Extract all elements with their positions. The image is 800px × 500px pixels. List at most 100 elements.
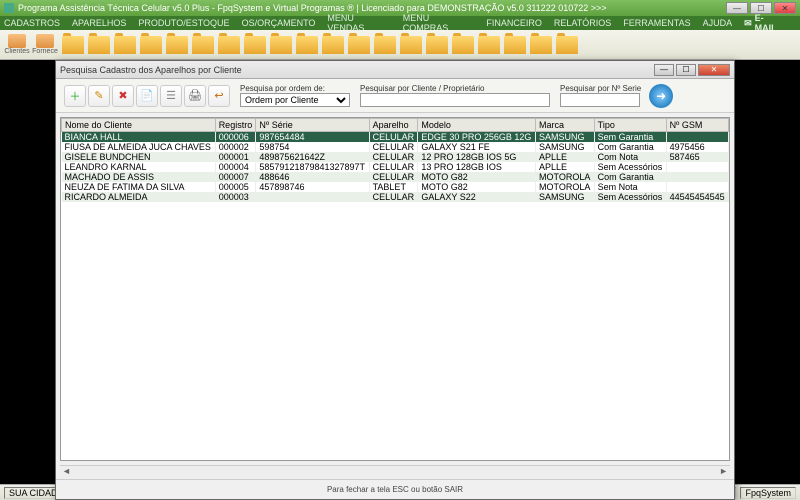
table-cell: MOTOROLA: [536, 172, 595, 182]
table-row[interactable]: BIANCA HALL000006987654484CELULAREDGE 30…: [62, 132, 729, 143]
table-cell: 000005: [215, 182, 256, 192]
table-cell: 587465: [666, 152, 728, 162]
menu-cadastros[interactable]: CADASTROS: [4, 18, 60, 28]
table-cell: Sem Garantia: [594, 132, 666, 143]
table-cell: CELULAR: [369, 142, 418, 152]
table-cell: EDGE 30 PRO 256GB 12G: [418, 132, 536, 143]
toolbar-folder-12[interactable]: [348, 36, 370, 54]
toolbar-folder-7[interactable]: [218, 36, 240, 54]
table-cell: MACHADO DE ASSIS: [62, 172, 216, 182]
report-icon[interactable]: 📄: [136, 85, 158, 107]
toolbar-folder-20[interactable]: [556, 36, 578, 54]
toolbar-folder-3[interactable]: [114, 36, 136, 54]
table-cell: CELULAR: [369, 132, 418, 143]
table-row[interactable]: LEANDRO KARNAL00000458579121879841327897…: [62, 162, 729, 172]
horizontal-scrollbar[interactable]: [60, 465, 730, 479]
table-row[interactable]: GISELE BUNDCHEN000001489875621642ZCELULA…: [62, 152, 729, 162]
toolbar-folder-17[interactable]: [478, 36, 500, 54]
search-dialog: Pesquisa Cadastro dos Aparelhos por Clie…: [55, 60, 735, 500]
table-cell: 000003: [215, 192, 256, 202]
dialog-footer: Para fechar a tela ESC ou botão SAIR: [56, 479, 734, 499]
toolbar-fornecedores[interactable]: Fornece: [32, 32, 58, 58]
column-header[interactable]: Modelo: [418, 119, 536, 132]
table-cell: SAMSUNG: [536, 192, 595, 202]
dialog-title: Pesquisa Cadastro dos Aparelhos por Clie…: [60, 65, 652, 75]
table-cell: 987654484: [256, 132, 369, 143]
toolbar-folder-8[interactable]: [244, 36, 266, 54]
column-header[interactable]: Nº Série: [256, 119, 369, 132]
toolbar-folder-2[interactable]: [88, 36, 110, 54]
toolbar-folder-14[interactable]: [400, 36, 422, 54]
add-icon[interactable]: ＋: [64, 85, 86, 107]
toolbar-clientes-label: Clientes: [4, 48, 29, 55]
titlebar: Programa Assistência Técnica Celular v5.…: [0, 0, 800, 16]
toolbar-fornecedores-label: Fornece: [32, 48, 58, 55]
toolbar-folder-9[interactable]: [270, 36, 292, 54]
table-row[interactable]: RICARDO ALMEIDA000003CELULARGALAXY S22SA…: [62, 192, 729, 202]
edit-icon[interactable]: ✎: [88, 85, 110, 107]
menu-aparelhos[interactable]: APARELHOS: [72, 18, 126, 28]
toolbar-folder-10[interactable]: [296, 36, 318, 54]
table-cell: TABLET: [369, 182, 418, 192]
search-client-input[interactable]: [360, 93, 550, 107]
print-icon[interactable]: 🖨: [184, 85, 206, 107]
menu-financeiro[interactable]: FINANCEIRO: [486, 18, 542, 28]
table-cell: SAMSUNG: [536, 142, 595, 152]
toolbar-folder-1[interactable]: [62, 36, 84, 54]
table-cell: GISELE BUNDCHEN: [62, 152, 216, 162]
toolbar-folder-19[interactable]: [530, 36, 552, 54]
table-cell: CELULAR: [369, 172, 418, 182]
list-icon[interactable]: ☰: [160, 85, 182, 107]
search-go-button[interactable]: ➜: [649, 84, 673, 108]
table-cell: CELULAR: [369, 192, 418, 202]
workspace: Pesquisa Cadastro dos Aparelhos por Clie…: [0, 60, 800, 484]
table-row[interactable]: NEUZA DE FATIMA DA SILVA000005457898746T…: [62, 182, 729, 192]
delete-icon[interactable]: ✖: [112, 85, 134, 107]
toolbar-folder-6[interactable]: [192, 36, 214, 54]
dialog-titlebar: Pesquisa Cadastro dos Aparelhos por Clie…: [56, 61, 734, 79]
table-cell: APLLE: [536, 162, 595, 172]
table-cell: 12 PRO 128GB IOS 5G: [418, 152, 536, 162]
dialog-minimize-button[interactable]: —: [654, 64, 674, 76]
table-cell: 000007: [215, 172, 256, 182]
table-cell: 4975456: [666, 142, 728, 152]
table-cell: 13 PRO 128GB IOS: [418, 162, 536, 172]
column-header[interactable]: Aparelho: [369, 119, 418, 132]
toolbar-folder-5[interactable]: [166, 36, 188, 54]
table-row[interactable]: MACHADO DE ASSIS000007488646CELULARMOTO …: [62, 172, 729, 182]
toolbar-folder-15[interactable]: [426, 36, 448, 54]
menu-ajuda[interactable]: AJUDA: [703, 18, 733, 28]
main-toolbar: Clientes Fornece: [0, 30, 800, 60]
column-header[interactable]: Tipo: [594, 119, 666, 132]
toolbar-folder-13[interactable]: [374, 36, 396, 54]
column-header[interactable]: Registro: [215, 119, 256, 132]
menu-relatorios[interactable]: RELATÓRIOS: [554, 18, 611, 28]
table-row[interactable]: FIUSA DE ALMEIDA JUCA CHAVES000002598754…: [62, 142, 729, 152]
toolbar-folder-4[interactable]: [140, 36, 162, 54]
results-grid[interactable]: Nome do ClienteRegistroNº SérieAparelhoM…: [60, 117, 730, 461]
table-cell: 44545454545: [666, 192, 728, 202]
exit-icon[interactable]: ↩: [208, 85, 230, 107]
table-cell: FIUSA DE ALMEIDA JUCA CHAVES: [62, 142, 216, 152]
table-cell: 000006: [215, 132, 256, 143]
toolbar-folder-11[interactable]: [322, 36, 344, 54]
search-serial-input[interactable]: [560, 93, 640, 107]
table-cell: 58579121879841327897T: [256, 162, 369, 172]
table-cell: [666, 172, 728, 182]
toolbar-clientes[interactable]: Clientes: [4, 32, 30, 58]
dialog-maximize-button[interactable]: ☐: [676, 64, 696, 76]
column-header[interactable]: Nº GSM: [666, 119, 728, 132]
table-cell: MOTO G82: [418, 182, 536, 192]
menu-ferramentas[interactable]: FERRAMENTAS: [623, 18, 690, 28]
column-header[interactable]: Marca: [536, 119, 595, 132]
table-cell: 598754: [256, 142, 369, 152]
toolbar-folder-18[interactable]: [504, 36, 526, 54]
search-order-select[interactable]: Ordem por Cliente: [240, 93, 350, 107]
column-header[interactable]: Nome do Cliente: [62, 119, 216, 132]
table-cell: 000004: [215, 162, 256, 172]
dialog-close-button[interactable]: ✕: [698, 64, 730, 76]
menu-os[interactable]: OS/ORÇAMENTO: [242, 18, 316, 28]
toolbar-folder-16[interactable]: [452, 36, 474, 54]
table-cell: CELULAR: [369, 152, 418, 162]
menu-produto[interactable]: PRODUTO/ESTOQUE: [138, 18, 229, 28]
